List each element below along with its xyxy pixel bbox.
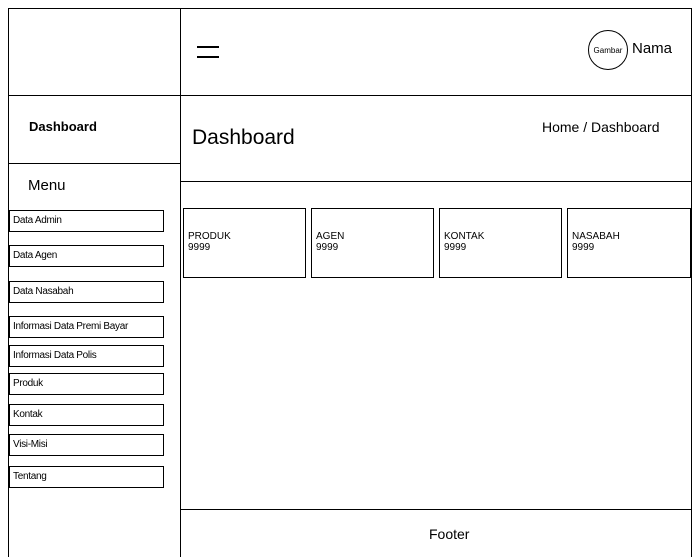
card-value: 9999	[572, 242, 595, 253]
sidebar-item-informasi-polis[interactable]: Informasi Data Polis	[9, 345, 164, 367]
sidebar-item-data-admin[interactable]: Data Admin	[9, 210, 164, 232]
breadcrumb[interactable]: Home / Dashboard	[542, 119, 660, 135]
card-value: 9999	[444, 242, 467, 253]
card-label: NASABAH	[572, 231, 620, 242]
sidebar-item-visi-misi[interactable]: Visi-Misi	[9, 434, 164, 456]
sidebar-brand-divider	[8, 163, 180, 164]
footer-text: Footer	[429, 526, 470, 542]
card-produk[interactable]: PRODUK 9999	[183, 208, 306, 278]
sidebar-brand[interactable]: Dashboard	[29, 119, 97, 134]
card-label: PRODUK	[188, 231, 231, 242]
user-name[interactable]: Nama	[632, 40, 672, 57]
sidebar-divider	[180, 8, 181, 557]
sidebar-item-data-agen[interactable]: Data Agen	[9, 245, 164, 267]
hamburger-icon[interactable]	[197, 44, 219, 60]
avatar[interactable]: Gambar	[588, 30, 628, 70]
card-value: 9999	[188, 242, 211, 253]
sidebar-item-produk[interactable]: Produk	[9, 373, 164, 395]
sidebar-item-informasi-premi-bayar[interactable]: Informasi Data Premi Bayar	[9, 316, 164, 338]
main-title-divider	[180, 181, 692, 182]
sidebar-item-tentang[interactable]: Tentang	[9, 466, 164, 488]
card-nasabah[interactable]: NASABAH 9999	[567, 208, 691, 278]
card-agen[interactable]: AGEN 9999	[311, 208, 434, 278]
card-label: AGEN	[316, 231, 345, 242]
card-label: KONTAK	[444, 231, 485, 242]
sidebar-item-kontak[interactable]: Kontak	[9, 404, 164, 426]
header-divider	[8, 95, 692, 96]
footer-divider	[180, 509, 692, 510]
page-title: Dashboard	[192, 126, 295, 149]
sidebar-item-data-nasabah[interactable]: Data Nasabah	[9, 281, 164, 303]
sidebar-menu-heading: Menu	[28, 177, 66, 194]
card-value: 9999	[316, 242, 339, 253]
avatar-label: Gambar	[593, 45, 623, 55]
card-kontak[interactable]: KONTAK 9999	[439, 208, 562, 278]
